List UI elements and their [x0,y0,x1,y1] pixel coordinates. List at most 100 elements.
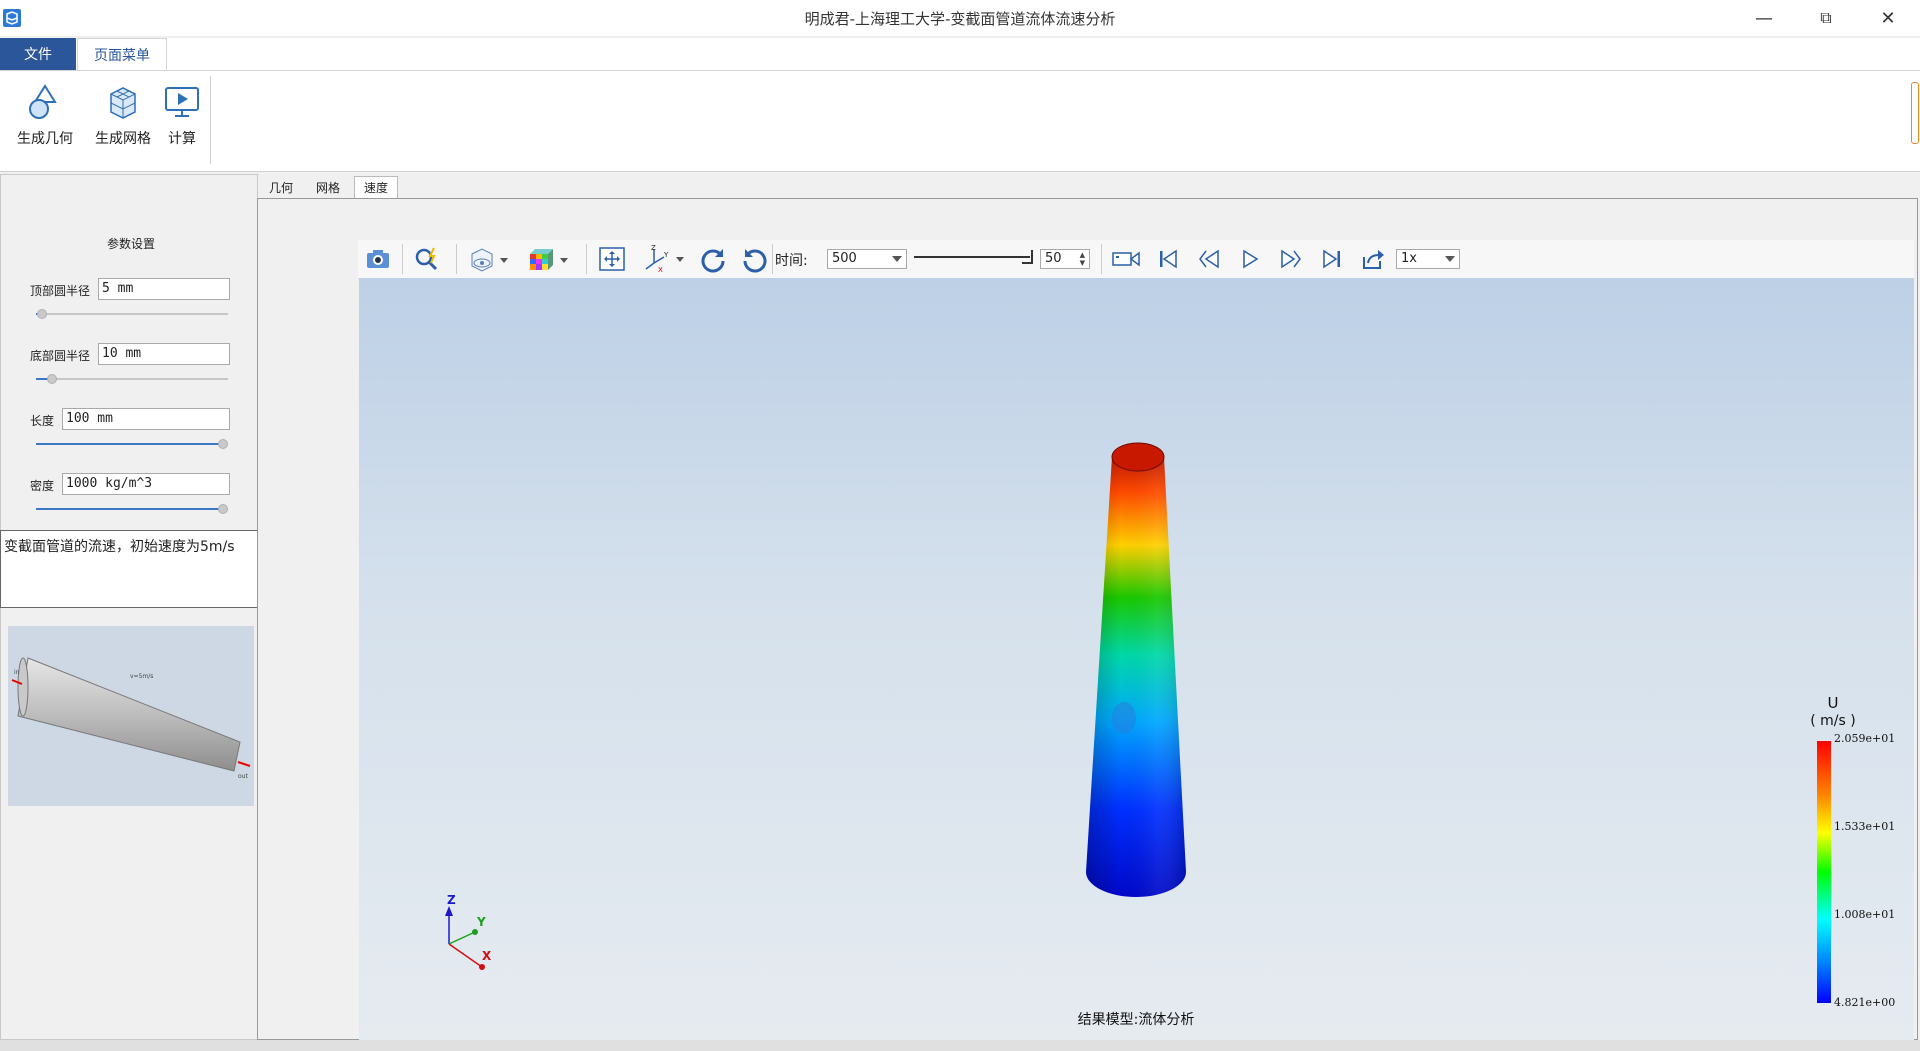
generate-mesh-button[interactable]: 生成网格 [90,76,156,156]
ribbon-separator [210,76,211,164]
generate-mesh-label: 生成网格 [95,131,151,147]
length-slider-thumb[interactable] [218,439,228,449]
frame-spinbox[interactable]: 50 ▲ ▼ [1040,249,1090,269]
compute-button[interactable]: 计算 [162,76,202,156]
top-radius-input[interactable]: 5 mm [98,278,230,300]
rotate-cw-icon [701,249,725,273]
generate-geometry-label: 生成几何 [17,131,73,147]
frame-spinbox-value: 50 [1045,251,1062,266]
toolbar-separator [586,244,587,274]
svg-text:X: X [658,266,663,273]
fit-view-button[interactable] [596,244,628,274]
toolbar-separator [772,244,773,274]
camera-icon [367,250,389,268]
scrollbar-thumb[interactable] [1911,82,1919,144]
step-forward-icon [1281,249,1301,269]
density-slider-fill [36,508,222,510]
legend-tick-2: 1.533e+01 [1834,820,1895,833]
preview-velocity-label: v=5m/s [130,673,153,680]
step-back-icon [1199,249,1219,269]
description-box: 变截面管道的流速，初始速度为5m/s [0,530,264,608]
minimize-icon: — [1755,7,1773,29]
rotate-cw-button[interactable] [697,244,729,274]
tab-geometry[interactable]: 几何 [262,176,300,198]
first-frame-button[interactable] [1152,244,1184,274]
top-radius-label: 顶部圆半径 [30,284,91,298]
close-button[interactable]: ✕ [1858,0,1918,36]
tab-page-menu[interactable]: 页面菜单 [77,38,167,70]
generate-geometry-button[interactable]: 生成几何 [12,76,78,156]
display-mode-button[interactable] [466,244,514,274]
toolbar-separator [1101,244,1102,274]
bottom-radius-slider-thumb[interactable] [47,374,57,384]
skip-start-icon [1160,249,1177,269]
last-frame-button[interactable] [1316,244,1348,274]
zoom-fit-button[interactable] [412,244,444,274]
restore-button[interactable]: ⧉ [1796,0,1856,36]
bottom-radius-slider[interactable] [36,378,228,380]
frame-slider[interactable] [914,256,1030,258]
color-legend: U ( m/s ) 2.059e+01 1.533e+01 1.008e+01 … [1810,694,1895,1009]
legend-unit: ( m/s ) [1810,713,1855,729]
minimize-button[interactable]: — [1734,0,1794,36]
chevron-down-icon [1445,256,1455,262]
time-select[interactable]: 500 [827,249,907,269]
tab-velocity[interactable]: 速度 [354,176,398,198]
previous-frame-button[interactable] [1193,244,1225,274]
window-title: 明成君-上海理工大学-变截面管道流体流速分析 [804,10,1116,28]
length-slider-fill [36,443,222,445]
export-button[interactable] [1357,244,1389,274]
ribbon-tab-strip [0,38,1920,70]
3d-viewport[interactable]: Z Y X U ( m/s ) 2.059e+01 1.533e+01 1.00… [359,278,1914,1040]
rotate-ccw-icon [743,249,767,273]
spin-arrows-icon: ▲ ▼ [1079,251,1085,267]
bottom-radius-label: 底部圆半径 [30,349,91,363]
magnifier-flash-icon [415,247,438,271]
playback-speed-select[interactable]: 1x [1396,249,1460,269]
viewport-canvas: Z Y X U ( m/s ) 2.059e+01 1.533e+01 1.00… [445,442,1895,1028]
tab-mesh[interactable]: 网格 [308,176,348,198]
axis-y-label: Y [476,915,486,929]
compute-icon [165,87,199,117]
density-input[interactable]: 1000 kg/m^3 [62,473,230,495]
toolbar-separator [402,244,403,274]
cube-eye-icon [471,248,508,272]
legend-color-bar [1817,741,1831,1003]
pipe-model[interactable] [1086,442,1186,897]
time-select-value: 500 [832,251,857,266]
time-label: 时间: [775,253,808,269]
playback-speed-value: 1x [1401,251,1417,266]
top-radius-slider[interactable] [36,313,228,315]
record-button[interactable] [1110,244,1142,274]
ribbon-panel [0,70,1920,172]
top-radius-slider-thumb[interactable] [37,309,47,319]
close-icon: ✕ [1880,7,1896,29]
play-button[interactable] [1234,244,1266,274]
axis-view-button[interactable]: ZYX [640,244,690,274]
rotate-ccw-button[interactable] [739,244,771,274]
next-frame-button[interactable] [1275,244,1307,274]
result-model-label: 结果模型:流体分析 [1078,1012,1195,1028]
play-icon [1243,249,1259,269]
length-label: 长度 [30,414,55,428]
color-map-button[interactable] [524,244,576,274]
preview-inlet-label: in [14,669,20,676]
preview-outlet-label: out [238,773,248,780]
legend-title: U [1828,694,1839,712]
screenshot-button[interactable] [362,244,394,274]
restore-icon: ⧉ [1820,8,1832,27]
frame-slider-thumb[interactable] [1022,250,1033,264]
length-input[interactable]: 100 mm [62,408,230,430]
density-label: 密度 [30,479,55,493]
export-icon [1363,250,1384,269]
bottom-radius-input[interactable]: 10 mm [98,343,230,365]
tab-file[interactable]: 文件 [0,38,76,70]
params-title: 参数设置 [106,237,155,251]
pipe-preview-drawing: in out v=5m/s [11,657,251,780]
legend-tick-max: 2.059e+01 [1834,732,1895,745]
pipe-preview-image: in out v=5m/s [8,626,254,806]
legend-tick-3: 1.008e+01 [1834,908,1895,921]
density-slider-thumb[interactable] [218,504,228,514]
move-arrows-icon [599,247,625,271]
axis-z-label: Z [447,893,456,907]
